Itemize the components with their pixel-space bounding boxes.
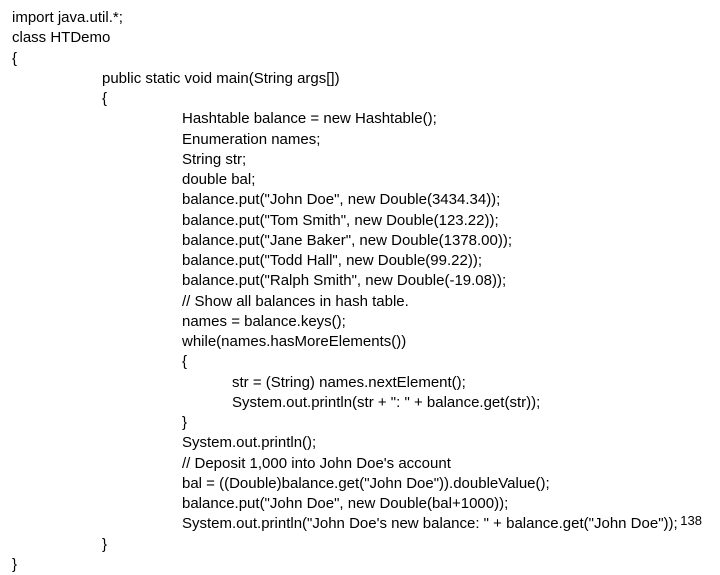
- code-line: balance.put("Jane Baker", new Double(137…: [12, 231, 708, 251]
- code-line: balance.put("Tom Smith", new Double(123.…: [12, 211, 708, 231]
- code-line: balance.put("Todd Hall", new Double(99.2…: [12, 251, 708, 271]
- code-line: bal = ((Double)balance.get("John Doe")).…: [12, 474, 708, 494]
- code-line: import java.util.*;: [12, 8, 708, 28]
- code-line: while(names.hasMoreElements()): [12, 332, 708, 352]
- code-line: System.out.println();: [12, 433, 708, 453]
- code-line: str = (String) names.nextElement();: [12, 373, 708, 393]
- code-line: }: [12, 555, 708, 575]
- code-line: balance.put("John Doe", new Double(3434.…: [12, 190, 708, 210]
- code-line: // Show all balances in hash table.: [12, 292, 708, 312]
- code-line: {: [12, 89, 708, 109]
- code-line: Hashtable balance = new Hashtable();: [12, 109, 708, 129]
- code-line: {: [12, 49, 708, 69]
- code-line: // Deposit 1,000 into John Doe's account: [12, 454, 708, 474]
- code-line: String str;: [12, 150, 708, 170]
- code-line: {: [12, 352, 708, 372]
- code-line: System.out.println(str + ": " + balance.…: [12, 393, 708, 413]
- code-line: double bal;: [12, 170, 708, 190]
- code-line: balance.put("John Doe", new Double(bal+1…: [12, 494, 708, 514]
- code-line: Enumeration names;: [12, 130, 708, 150]
- code-line: public static void main(String args[]): [12, 69, 708, 89]
- code-line: }: [12, 535, 708, 555]
- page-number: 138: [680, 512, 702, 530]
- code-line: System.out.println("John Doe's new balan…: [12, 514, 708, 534]
- code-line: names = balance.keys();: [12, 312, 708, 332]
- code-line: }: [12, 413, 708, 433]
- code-line: balance.put("Ralph Smith", new Double(-1…: [12, 271, 708, 291]
- code-line: class HTDemo: [12, 28, 708, 48]
